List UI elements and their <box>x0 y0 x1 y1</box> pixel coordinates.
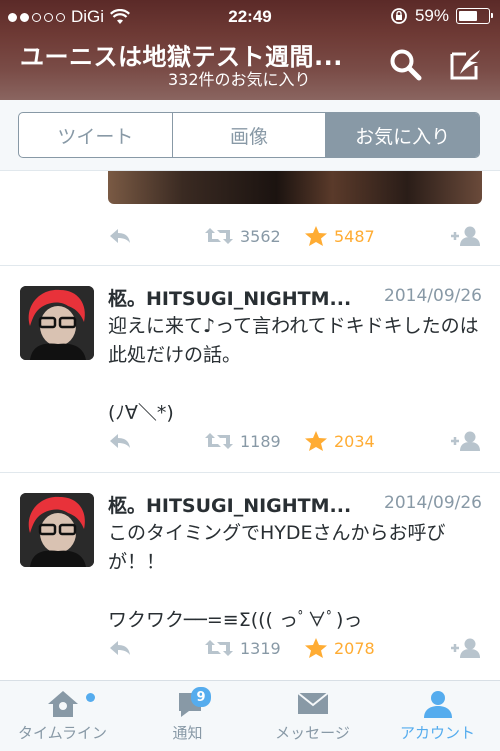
segment-bar: ツイート 画像 お気に入り <box>0 100 500 171</box>
retweet-count: 3562 <box>240 226 281 246</box>
battery-percent: 59% <box>414 6 449 25</box>
retweet-button[interactable]: 1189 <box>204 431 281 451</box>
retweet-count: 1319 <box>240 638 281 658</box>
tab-account[interactable]: アカウント <box>375 681 500 751</box>
compose-button[interactable] <box>446 45 486 85</box>
tweet-text: 迎えに来て♪って言われてドキドキしたのは此処だけの話。 (ﾉ∀＼*) <box>108 315 479 424</box>
favorite-count: 2078 <box>334 638 375 658</box>
tweet-author-name[interactable]: 柩。HITSUGI_NIGHTM... <box>108 491 351 518</box>
avatar-image <box>20 286 94 360</box>
retweet-icon <box>205 228 233 244</box>
status-bar: DiGi 22:49 59% <box>0 0 500 32</box>
avatar[interactable] <box>20 286 94 360</box>
retweet-button[interactable]: 3562 <box>204 226 281 246</box>
tweet-date: 2014/09/26 <box>384 493 482 513</box>
segment-favorites[interactable]: お気に入り <box>326 113 479 157</box>
tweet-author-name[interactable]: 柩。HITSUGI_NIGHTM... <box>108 284 351 311</box>
profile-segmented-control: ツイート 画像 お気に入り <box>18 112 480 158</box>
avatar[interactable] <box>20 493 94 567</box>
tab-notifications-label: 通知 <box>172 724 203 742</box>
reply-button[interactable] <box>108 639 132 657</box>
follow-button[interactable] <box>448 637 484 659</box>
search-button[interactable] <box>386 45 426 85</box>
favorites-timeline[interactable]: 3562 5487 柩。HITSUGI_NIGHTM... 2014/09/26… <box>0 171 500 680</box>
retweet-count: 1189 <box>240 431 281 451</box>
follow-button[interactable] <box>448 430 484 452</box>
retweet-icon <box>205 433 233 449</box>
unread-dot <box>86 693 95 702</box>
home-icon <box>47 691 78 717</box>
tweet-row[interactable]: 柩。HITSUGI_NIGHTM... 2014/09/26 迎えに来て♪って言… <box>0 265 500 473</box>
favorite-button[interactable]: 5487 <box>304 225 375 247</box>
reply-icon <box>110 434 130 448</box>
star-icon <box>305 226 327 246</box>
tweet-text: このタイミングでHYDEさんからお呼びが！！ ワクワク──=≡Σ((( っﾟ∀ﾟ… <box>108 522 446 631</box>
follow-icon <box>451 638 480 658</box>
favorite-button[interactable]: 2078 <box>304 637 375 659</box>
tweet-media-image[interactable] <box>108 171 482 204</box>
tab-messages[interactable]: メッセージ <box>250 681 375 751</box>
favorite-count: 5487 <box>334 226 375 246</box>
favorite-count: 2034 <box>334 431 375 451</box>
favorites-count: 332件のお気に入り <box>168 70 311 89</box>
reply-button[interactable] <box>108 227 132 245</box>
reply-icon <box>110 229 130 243</box>
star-icon <box>305 431 327 451</box>
tweet-actions: 3562 5487 <box>108 221 482 251</box>
envelope-icon <box>296 692 329 714</box>
battery-icon <box>456 8 493 24</box>
favorite-button[interactable]: 2034 <box>304 430 375 452</box>
avatar-image <box>20 493 94 567</box>
tab-home-label: タイムライン <box>18 724 107 742</box>
tab-account-label: アカウント <box>399 724 475 742</box>
retweet-icon <box>205 640 233 656</box>
star-icon <box>305 638 327 658</box>
compose-icon <box>450 50 480 80</box>
tab-home[interactable]: タイムライン <box>0 681 125 751</box>
tweet-actions: 1189 2034 <box>108 426 482 456</box>
tweet-row[interactable]: 柩。HITSUGI_NIGHTM... 2014/09/26 このタイミングでH… <box>0 472 500 680</box>
rotation-lock-icon <box>391 8 407 24</box>
account-icon <box>423 691 452 718</box>
reply-icon <box>110 641 130 655</box>
tab-messages-label: メッセージ <box>275 724 350 742</box>
reply-button[interactable] <box>108 432 132 450</box>
tab-notifications[interactable]: 9 通知 <box>125 681 250 751</box>
follow-icon <box>451 226 480 246</box>
follow-button[interactable] <box>448 225 484 247</box>
search-icon <box>390 49 422 81</box>
notifications-badge: 9 <box>191 687 211 707</box>
tweet-date: 2014/09/26 <box>384 286 482 306</box>
bottom-tab-bar: タイムライン 9 通知 メッセージ アカウント <box>0 680 500 751</box>
retweet-button[interactable]: 1319 <box>204 638 281 658</box>
profile-header: DiGi 22:49 59% ユーニスは地獄テスト週間... 332件のお気に入… <box>0 0 500 100</box>
follow-icon <box>451 431 480 451</box>
segment-media[interactable]: 画像 <box>173 113 327 157</box>
segment-tweets[interactable]: ツイート <box>19 113 173 157</box>
tweet-actions: 1319 2078 <box>108 633 482 663</box>
